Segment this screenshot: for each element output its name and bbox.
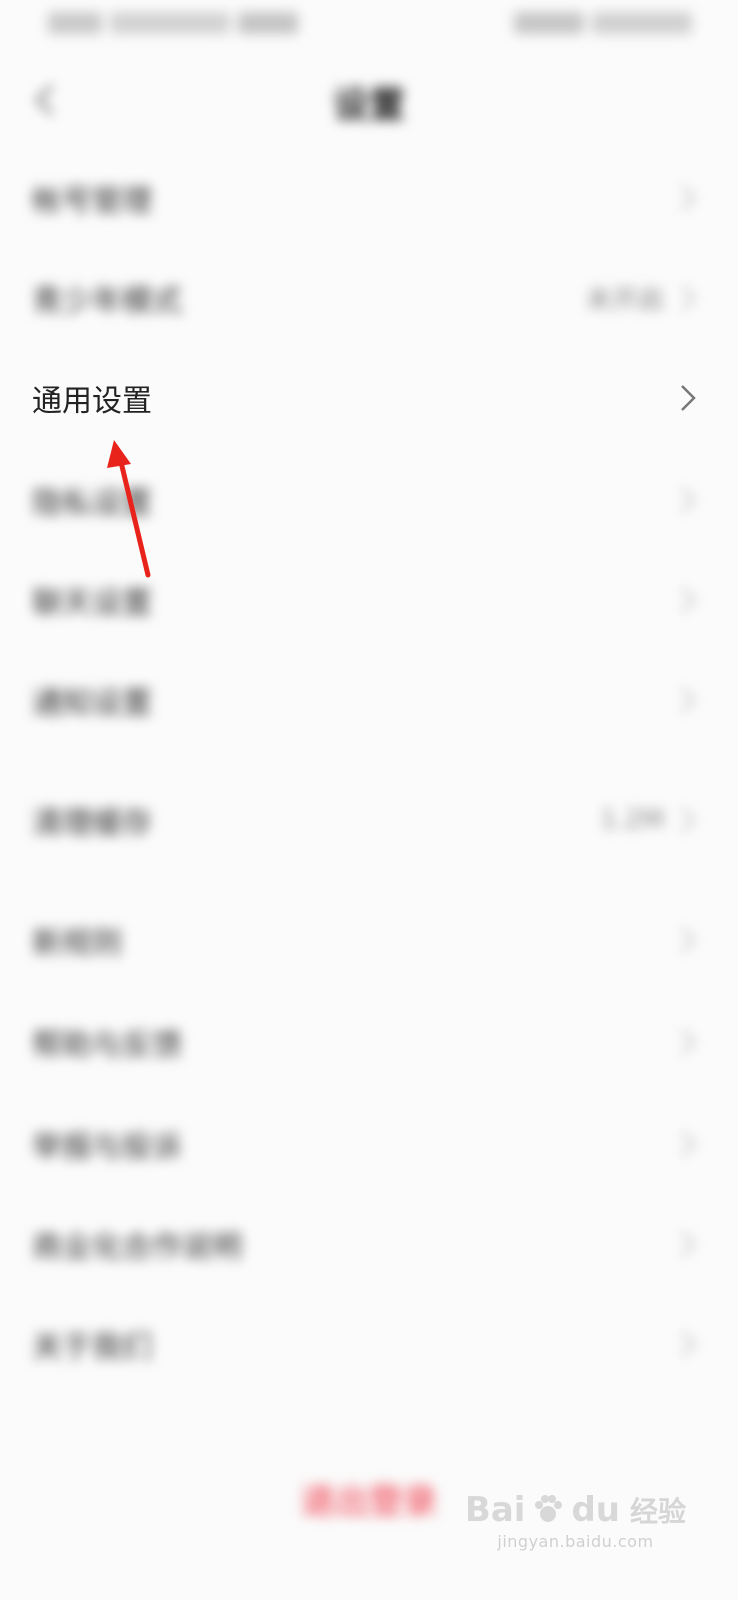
- settings-row[interactable]: 青少年模式 未开启: [0, 258, 738, 338]
- settings-row[interactable]: 商业化合作说明: [0, 1204, 738, 1284]
- wifi-icon: [110, 12, 230, 34]
- chevron-right-icon: [681, 807, 696, 833]
- chevron-right-icon: [681, 487, 696, 513]
- settings-row-value: 未开启: [585, 285, 664, 316]
- settings-row-label: 举报与投诉: [32, 1130, 182, 1165]
- chevron-right-icon: [681, 185, 696, 211]
- watermark-subtitle: jingyan.baidu.com: [497, 1532, 654, 1551]
- settings-row[interactable]: 隐私设置: [0, 460, 738, 540]
- status-bar: [0, 0, 738, 52]
- settings-row-label: 青少年模式: [32, 284, 182, 319]
- settings-row-label: 通知设置: [32, 686, 152, 721]
- settings-row-label: 帐号管理: [32, 184, 152, 219]
- settings-row-label: 帮助与反馈: [32, 1028, 182, 1063]
- settings-row[interactable]: 聊天设置: [0, 560, 738, 640]
- settings-row-label: 通用设置: [32, 384, 152, 419]
- chevron-right-icon: [681, 1131, 696, 1157]
- watermark-brand-cn: 经验: [629, 1495, 686, 1528]
- settings-row[interactable]: 帮助与反馈: [0, 1002, 738, 1082]
- chevron-right-icon: [681, 587, 696, 613]
- settings-screen: 设置 帐号管理青少年模式 未开启通用设置隐私设置聊天设置通知设置清理缓存 1.2M 新…: [0, 0, 738, 1600]
- battery-icon: [514, 12, 584, 34]
- settings-row-label: 隐私设置: [32, 486, 152, 521]
- chevron-right-icon: [681, 1231, 696, 1257]
- settings-row[interactable]: 帐号管理: [0, 158, 738, 238]
- chevron-right-icon: [681, 687, 696, 713]
- chevron-right-icon: [681, 927, 696, 953]
- settings-row-label: 新规则: [32, 926, 122, 961]
- watermark-brand-suffix: du: [571, 1490, 620, 1530]
- settings-row-label: 关于我们: [32, 1330, 152, 1365]
- settings-row-label: 商业化合作说明: [32, 1230, 242, 1265]
- watermark-brand: Bai: [464, 1490, 526, 1530]
- navigation-bar: 设置: [0, 60, 738, 140]
- chevron-right-icon: [681, 385, 696, 411]
- settings-row[interactable]: 关于我们: [0, 1304, 738, 1384]
- settings-row[interactable]: 清理缓存 1.2M: [0, 780, 738, 860]
- signal-icon: [48, 12, 102, 34]
- baidu-jingyan-watermark: Bai du 经验 jingyan.baidu.com: [465, 1490, 686, 1551]
- settings-row-label: 清理缓存: [32, 806, 152, 841]
- settings-row[interactable]: 举报与投诉: [0, 1104, 738, 1184]
- settings-row-label: 聊天设置: [32, 586, 152, 621]
- page-title: 设置: [332, 85, 405, 126]
- settings-row[interactable]: 新规则: [0, 900, 738, 980]
- settings-row-value: 1.2M: [600, 805, 664, 835]
- chevron-right-icon: [681, 285, 696, 311]
- chevron-right-icon: [681, 1029, 696, 1055]
- chevron-right-icon: [681, 1331, 696, 1357]
- settings-row[interactable]: 通知设置: [0, 660, 738, 740]
- clock-icon: [592, 12, 692, 34]
- paw-icon: [535, 1495, 563, 1522]
- app-notification-icon: [238, 12, 298, 34]
- settings-row[interactable]: 通用设置: [0, 358, 738, 438]
